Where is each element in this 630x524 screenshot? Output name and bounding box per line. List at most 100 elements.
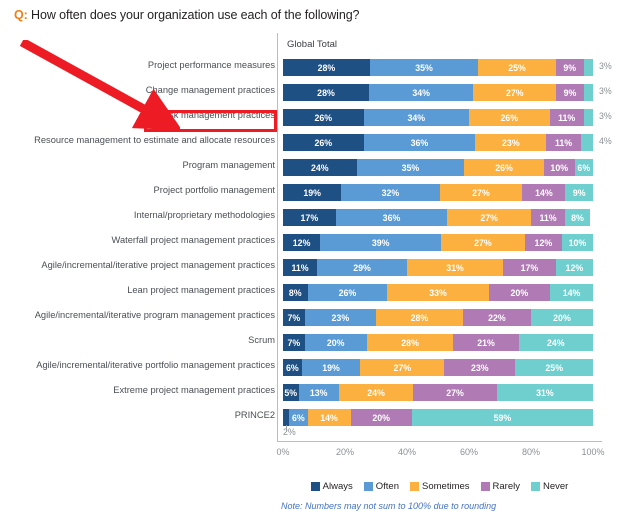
- bar-segment-always: 11%: [283, 259, 318, 276]
- legend-item-never[interactable]: Never: [530, 481, 569, 492]
- bar-segment-always: 26%: [283, 134, 364, 151]
- x-tick-label: 80%: [521, 447, 541, 457]
- legend-item-rarely[interactable]: Rarely: [480, 481, 520, 492]
- bar-segment-rarely: 14%: [522, 184, 566, 201]
- bar-segment-often: 32%: [341, 184, 440, 201]
- legend-swatch-icon: [530, 482, 540, 491]
- x-tick-label: 40%: [397, 447, 417, 457]
- bar-segment-never: 24%: [518, 334, 593, 351]
- category-label: Program management: [182, 160, 276, 170]
- chart-rows: Project performance measures 28% 35% 25% 9% 3…: [0, 57, 630, 437]
- bar-segment-rarely: 23%: [444, 359, 516, 376]
- below-value-label: 2%: [283, 427, 296, 437]
- bar-segment-sometimes: 31%: [406, 259, 504, 276]
- chart-row: Change management practices 28% 34% 27% 9% 3%: [0, 82, 630, 107]
- stacked-bar: 19% 32% 27% 14% 9%: [283, 184, 593, 201]
- category-label: Risk management practices: [160, 110, 275, 120]
- bar-segment-sometimes: 27%: [360, 359, 445, 376]
- bar-segment-rarely: 9%: [555, 59, 584, 76]
- category-label: Change management practices: [145, 85, 275, 95]
- legend-item-sometimes[interactable]: Sometimes: [410, 481, 470, 492]
- x-axis-ticks: 0% 20% 40% 60% 80% 100%: [276, 447, 604, 461]
- bar-segment-often: 35%: [356, 159, 465, 176]
- legend-label: Rarely: [492, 481, 520, 492]
- chart-row: Project portfolio management 19% 32% 27% 14%…: [0, 182, 630, 207]
- bar-segment-sometimes: 33%: [387, 284, 489, 301]
- bar-segment-rarely: 22%: [462, 309, 531, 326]
- bar-segment-rarely: 11%: [546, 134, 581, 151]
- x-tick-label: 0%: [276, 447, 290, 457]
- stacked-bar: 24% 35% 26% 10% 6%: [283, 159, 593, 176]
- question-text: How often does your organization use eac…: [27, 8, 360, 22]
- category-label: Project portfolio management: [153, 185, 275, 195]
- stacked-bar: 28% 35% 25% 9%: [283, 59, 593, 76]
- bar-segment-rarely: 10%: [543, 159, 575, 176]
- page-title: Q: How often does your organization use …: [14, 8, 360, 22]
- outside-value-label: 3%: [599, 61, 612, 71]
- chart-row: Agile/incremental/iterative program mana…: [0, 307, 630, 332]
- question-prefix: Q:: [14, 8, 28, 22]
- stacked-bar: 7% 20% 28% 21% 24%: [283, 334, 593, 351]
- legend-label: Never: [542, 481, 569, 492]
- bar-segment-never: 59%: [411, 409, 593, 426]
- bar-segment-rarely: 21%: [453, 334, 519, 351]
- bar-segment-sometimes: 23%: [475, 134, 547, 151]
- legend-swatch-icon: [480, 482, 490, 491]
- bar-segment-sometimes: 27%: [473, 84, 557, 101]
- chart-row: Lean project management practices 8% 26% 33…: [0, 282, 630, 307]
- legend-item-often[interactable]: Often: [363, 481, 399, 492]
- category-label: Internal/proprietary methodologies: [133, 210, 275, 220]
- bar-segment-never: 10%: [561, 234, 593, 251]
- category-label: Resource management to estimate and allo…: [34, 135, 275, 145]
- stacked-bar: 17% 36% 27% 11% 8%: [283, 209, 593, 226]
- category-label: Agile/incremental/iterative project mana…: [41, 260, 275, 270]
- legend-item-always[interactable]: Always: [310, 481, 353, 492]
- x-axis-line: [277, 441, 602, 442]
- bar-segment-always: 7%: [283, 334, 305, 351]
- bar-segment-never: [580, 134, 593, 151]
- stacked-bar: 6% 14% 20% 59%: [283, 409, 593, 426]
- bar-segment-never: 14%: [550, 284, 593, 301]
- legend-label: Always: [322, 481, 353, 492]
- stacked-bar: 11% 29% 31% 17% 12%: [283, 259, 593, 276]
- stacked-bar: 7% 23% 28% 22% 20%: [283, 309, 593, 326]
- chart-row: Project performance measures 28% 35% 25% 9% 3…: [0, 57, 630, 82]
- bar-segment-often: 20%: [304, 334, 367, 351]
- bar-segment-never: 9%: [565, 184, 593, 201]
- bar-segment-sometimes: 27%: [441, 234, 525, 251]
- bar-segment-always: 8%: [283, 284, 308, 301]
- bar-segment-often: 34%: [363, 109, 469, 126]
- bar-segment-always: 24%: [283, 159, 357, 176]
- stacked-bar: 28% 34% 27% 9%: [283, 84, 594, 101]
- category-label: Extreme project management practices: [113, 385, 275, 395]
- bar-segment-sometimes: 14%: [307, 409, 351, 426]
- stacked-bar: 8% 26% 33% 20% 14%: [283, 284, 593, 301]
- category-label: Agile/incremental/iterative program mana…: [34, 310, 275, 320]
- outside-value-label: 3%: [599, 111, 612, 121]
- bar-segment-never: [583, 59, 593, 76]
- bar-segment-often: 26%: [307, 284, 388, 301]
- bar-segment-sometimes: 26%: [468, 109, 550, 126]
- bar-segment-often: 34%: [368, 84, 474, 101]
- bar-segment-always: 6%: [283, 359, 302, 376]
- label-leader-line: [286, 425, 287, 432]
- bar-segment-sometimes: 27%: [447, 209, 531, 226]
- bar-segment-never: 31%: [496, 384, 593, 401]
- bar-segment-always: 26%: [283, 109, 364, 126]
- bar-segment-sometimes: 26%: [464, 159, 544, 176]
- bar-segment-sometimes: 25%: [478, 59, 556, 76]
- x-tick-label: 60%: [459, 447, 479, 457]
- bar-segment-never: 20%: [530, 309, 593, 326]
- bar-segment-rarely: 20%: [350, 409, 412, 426]
- chart-column-header: Global Total: [287, 39, 337, 50]
- bar-segment-always: 5%: [283, 384, 299, 401]
- chart-row: PRINCE2 6% 14% 20% 59% 2%: [0, 407, 630, 437]
- bar-segment-often: 36%: [335, 209, 448, 226]
- chart-legend: Always Often Sometimes Rarely Never: [277, 481, 602, 492]
- legend-swatch-icon: [363, 482, 373, 491]
- outside-value-label: 3%: [599, 86, 612, 96]
- chart-row: Internal/proprietary methodologies 17% 36%…: [0, 207, 630, 232]
- chart-row: Agile/incremental/iterative portfolio ma…: [0, 357, 630, 382]
- legend-swatch-icon: [410, 482, 420, 491]
- bar-segment-sometimes: 28%: [366, 334, 454, 351]
